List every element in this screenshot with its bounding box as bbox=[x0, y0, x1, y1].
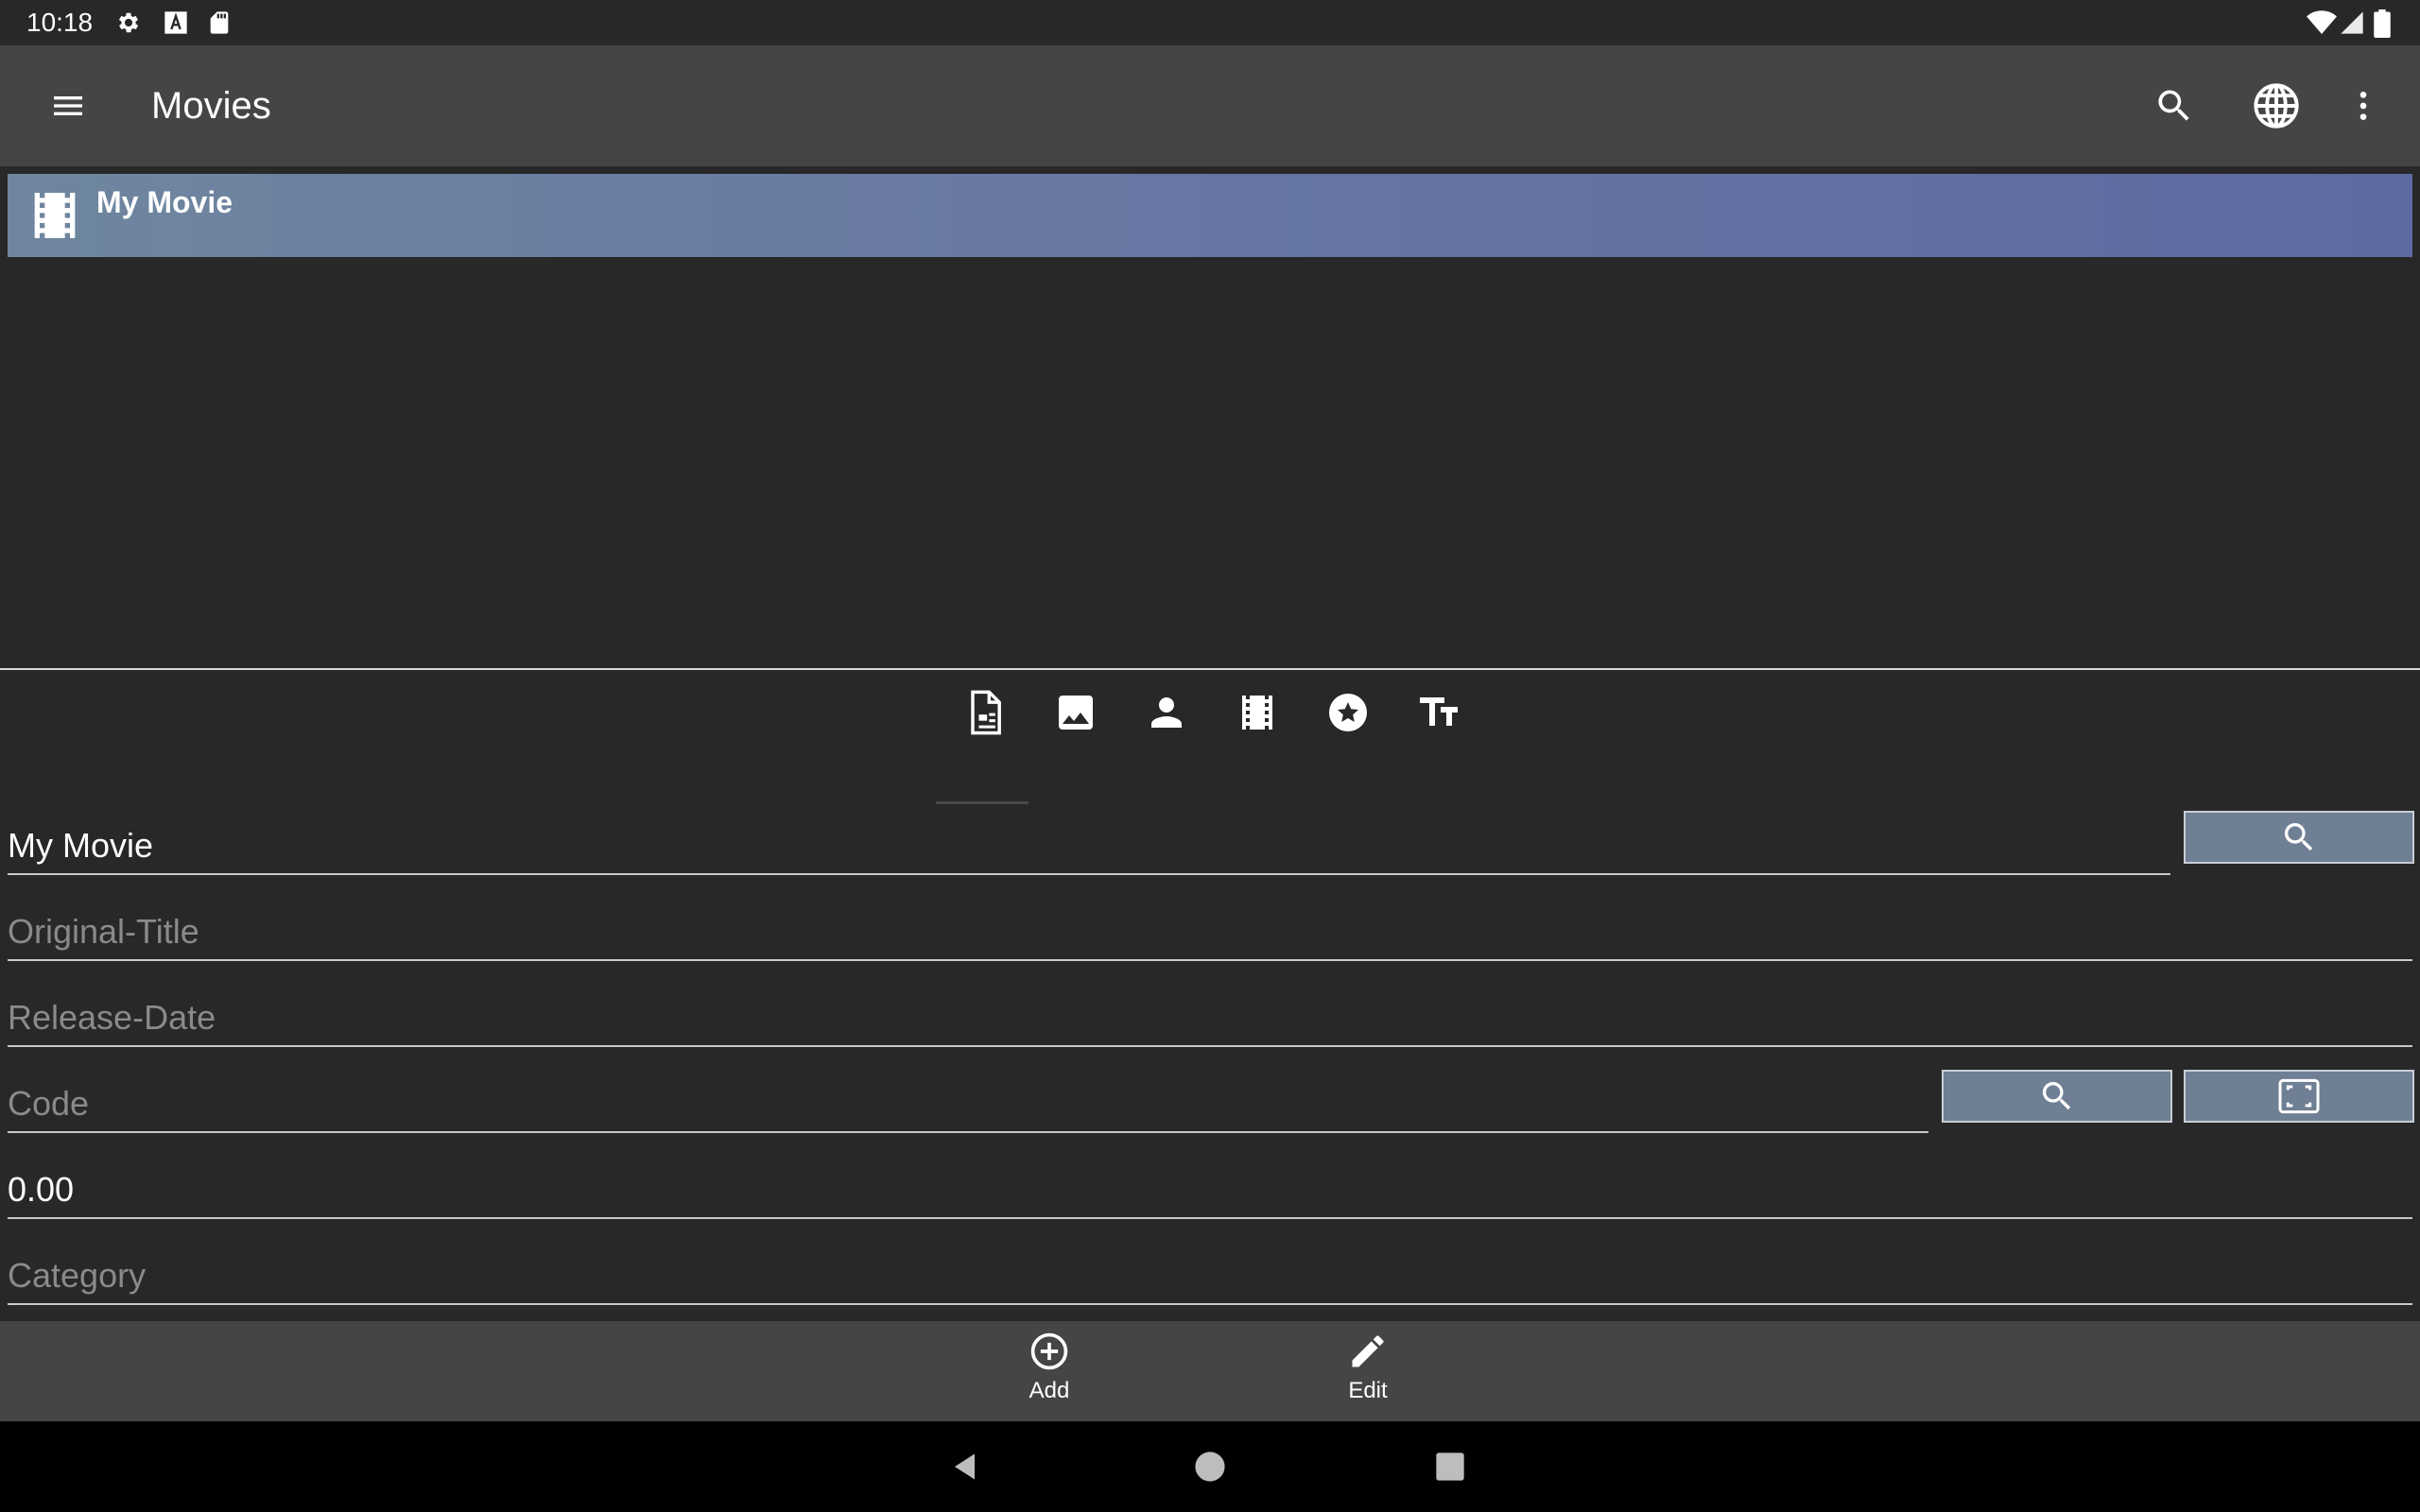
image-icon[interactable] bbox=[1046, 682, 1106, 743]
list-item[interactable]: My Movie bbox=[8, 174, 2412, 257]
add-circle-icon bbox=[1030, 1332, 1068, 1370]
scan-frame-icon bbox=[2278, 1078, 2320, 1114]
code-search-button[interactable] bbox=[1942, 1070, 2172, 1123]
film-strip-icon[interactable] bbox=[1227, 682, 1288, 743]
settings-icon bbox=[115, 9, 142, 36]
home-icon[interactable] bbox=[1182, 1438, 1238, 1495]
code-placeholder: Code bbox=[8, 1084, 90, 1123]
edit-button[interactable]: Edit bbox=[1311, 1331, 1425, 1416]
title-search-button[interactable] bbox=[2184, 811, 2414, 864]
release-date-field[interactable]: Release-Date bbox=[8, 983, 2412, 1047]
search-icon bbox=[2042, 1082, 2071, 1110]
back-icon[interactable] bbox=[938, 1438, 994, 1495]
text-size-icon[interactable] bbox=[1409, 682, 1469, 743]
title-field-value: My Movie bbox=[8, 826, 154, 865]
rating-field-value: 0.00 bbox=[8, 1170, 75, 1209]
code-field[interactable]: Code bbox=[8, 1069, 1928, 1133]
film-icon bbox=[25, 185, 85, 250]
pencil-icon bbox=[1352, 1335, 1384, 1367]
category-field[interactable]: Category bbox=[8, 1241, 2412, 1305]
signal-icon bbox=[2339, 9, 2365, 36]
search-icon[interactable] bbox=[2140, 72, 2208, 140]
battery-icon bbox=[2373, 9, 2399, 38]
globe-icon[interactable] bbox=[2242, 72, 2310, 140]
rating-field[interactable]: 0.00 bbox=[8, 1155, 2412, 1219]
person-icon[interactable] bbox=[1136, 682, 1197, 743]
barcode-scan-button[interactable] bbox=[2184, 1070, 2414, 1123]
menu-icon[interactable] bbox=[34, 72, 102, 140]
add-button[interactable]: Add bbox=[993, 1331, 1106, 1416]
release-date-placeholder: Release-Date bbox=[8, 998, 216, 1037]
tab-indicator bbox=[936, 801, 1028, 804]
sd-card-icon bbox=[206, 9, 233, 36]
page-title: Movies bbox=[151, 85, 271, 127]
a-notification-icon bbox=[163, 9, 189, 36]
list-item-label: My Movie bbox=[96, 185, 233, 219]
search-icon bbox=[2284, 823, 2313, 851]
original-title-field[interactable]: Original-Title bbox=[8, 897, 2412, 961]
divider bbox=[0, 668, 2420, 670]
status-time: 10:18 bbox=[26, 8, 94, 37]
app-bar: Movies bbox=[0, 45, 2420, 166]
title-field[interactable]: My Movie bbox=[8, 811, 2170, 875]
navigation-bar bbox=[0, 1421, 2420, 1512]
bottom-action-bar: Add Edit bbox=[0, 1321, 2420, 1421]
document-icon[interactable] bbox=[955, 682, 1015, 743]
edit-label: Edit bbox=[1348, 1378, 1388, 1403]
add-label: Add bbox=[1028, 1378, 1070, 1403]
more-vert-icon[interactable] bbox=[2329, 72, 2397, 140]
wifi-icon bbox=[2307, 9, 2337, 36]
category-placeholder: Category bbox=[8, 1256, 147, 1295]
original-title-placeholder: Original-Title bbox=[8, 912, 199, 951]
status-bar: 10:18 bbox=[0, 0, 2420, 45]
recents-icon[interactable] bbox=[1422, 1438, 1478, 1495]
star-icon[interactable] bbox=[1318, 682, 1378, 743]
